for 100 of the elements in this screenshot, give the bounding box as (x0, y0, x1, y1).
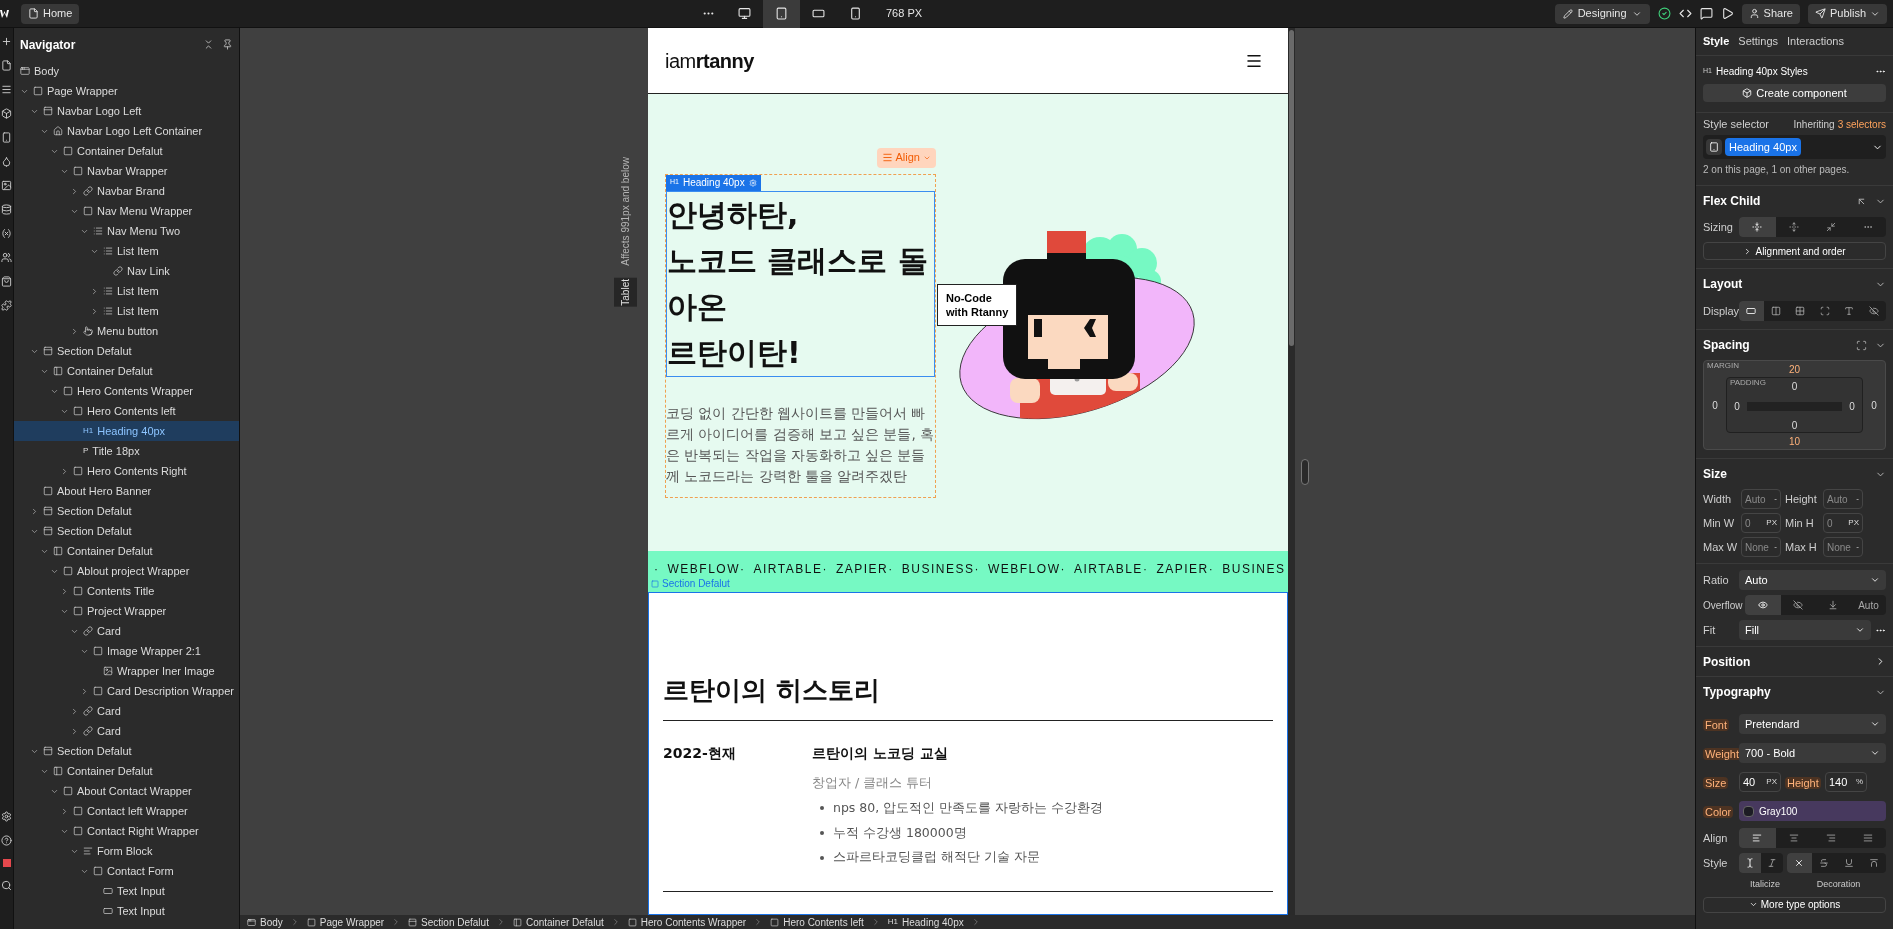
padding-value[interactable]: 0 (1849, 398, 1855, 414)
create-component-button[interactable]: Create component (1703, 84, 1886, 102)
tree-item[interactable]: Hero Contents Right (14, 461, 239, 481)
tree-item[interactable]: Navbar Brand (14, 181, 239, 201)
size-field[interactable]: Auto - (1741, 489, 1781, 509)
line-height-field[interactable]: 140 % (1825, 772, 1867, 792)
drop-icon[interactable] (1, 156, 12, 167)
tree-item[interactable]: Card (14, 721, 239, 741)
breadcrumb-item[interactable]: Section Defalut (401, 914, 496, 929)
caret-right-icon[interactable] (70, 726, 79, 736)
size-field[interactable]: 0 PX (1823, 513, 1863, 533)
bag-icon[interactable] (1, 276, 12, 287)
variable-icon[interactable] (1, 228, 12, 239)
tree-item[interactable]: Contents Title (14, 581, 239, 601)
tree-item[interactable]: Section Defalut (14, 501, 239, 521)
size-field[interactable]: None - (1823, 537, 1863, 557)
image-icon[interactable] (1, 180, 12, 191)
tree-item[interactable]: About Contact Wrapper (14, 781, 239, 801)
tree-item[interactable]: Navbar Wrapper (14, 161, 239, 181)
tree-item[interactable]: List Item (14, 241, 239, 261)
database-icon[interactable] (1, 204, 12, 215)
tree-item[interactable]: Hero Contents left (14, 401, 239, 421)
resize-handle[interactable] (1301, 458, 1309, 485)
tree-item[interactable]: Nav Link (14, 261, 239, 281)
puzzle-icon[interactable] (1, 300, 12, 311)
caret-right-icon[interactable] (80, 686, 89, 696)
cube-icon[interactable] (1, 108, 12, 119)
tree-item[interactable]: Nav Menu Two (14, 221, 239, 241)
tree-item[interactable]: Hero Contents Wrapper (14, 381, 239, 401)
pin-icon[interactable] (222, 39, 233, 50)
publish-button[interactable]: Publish (1807, 3, 1887, 24)
tree-item[interactable]: List Item (14, 301, 239, 321)
panel-tab[interactable]: Interactions (1787, 33, 1844, 50)
tree-item[interactable]: Container Defalut (14, 541, 239, 561)
breakpoint-button[interactable] (763, 0, 800, 28)
tree-item[interactable]: Text Input (14, 901, 239, 921)
caret-right-icon[interactable] (70, 326, 79, 336)
selector-chip[interactable]: Heading 40px (1725, 137, 1801, 157)
tree-item[interactable]: Contact Right Wrapper (14, 821, 239, 841)
breakpoint-tab[interactable]: Tablet (614, 277, 637, 307)
frame-icon[interactable] (1856, 339, 1867, 351)
tree-item[interactable]: List Item (14, 281, 239, 301)
phone-icon[interactable] (1, 132, 12, 143)
size-field[interactable]: 40 PX (1739, 772, 1781, 792)
panel-tab[interactable]: Style (1703, 33, 1730, 50)
breadcrumb-item[interactable]: Hero Contents Wrapper (620, 914, 754, 929)
size-field[interactable]: None - (1741, 537, 1781, 557)
panel-tab[interactable]: Settings (1738, 33, 1779, 50)
breadcrumb-item[interactable]: Page Wrapper (299, 914, 392, 929)
tree-item[interactable]: Container Defalut (14, 361, 239, 381)
tree-item[interactable]: H1 Heading 40px (14, 421, 239, 441)
tree-item[interactable]: Card (14, 621, 239, 641)
tree-item[interactable]: Wrapper Iner Image (14, 661, 239, 681)
site-logo[interactable]: iamrtanny (665, 45, 754, 76)
check-icon[interactable] (1657, 7, 1671, 20)
tree-item[interactable]: Section Defalut (14, 521, 239, 541)
caret-right-icon[interactable] (30, 506, 39, 516)
toggle-button[interactable] (1739, 853, 1761, 873)
caret-right-icon[interactable] (60, 586, 69, 596)
padding-value[interactable]: 0 (1734, 398, 1740, 414)
color-field[interactable]: Gray100 (1739, 801, 1886, 821)
tree-item[interactable]: Navbar Logo Left (14, 101, 239, 121)
tree-item[interactable]: Page Wrapper (14, 81, 239, 101)
tree-item[interactable]: Contact left Wrapper (14, 801, 239, 821)
tree-item[interactable]: Container Defalut (14, 761, 239, 781)
warning-square-icon[interactable] (2, 859, 11, 867)
tree-item[interactable]: Contact Form (14, 861, 239, 881)
margin-value[interactable]: 0 (1712, 397, 1718, 413)
tree-item[interactable]: About Hero Banner (14, 481, 239, 501)
tree-item[interactable]: Container Defalut (14, 141, 239, 161)
padding-value[interactable]: 0 (1791, 417, 1798, 433)
breadcrumb-item[interactable]: Container Defalut (505, 914, 611, 929)
tree-item[interactable]: Section Defalut (14, 741, 239, 761)
scrollbar-thumb[interactable] (1289, 30, 1294, 346)
alignment-button[interactable]: Alignment and order (1703, 242, 1886, 260)
selectors-link[interactable]: 3 selectors (1837, 116, 1886, 132)
fit-select[interactable]: Fill (1739, 620, 1871, 640)
margin-value[interactable]: 0 (1871, 397, 1877, 413)
mode-dropdown[interactable]: Designing (1554, 3, 1650, 24)
padding-value[interactable]: 0 (1791, 379, 1798, 394)
size-field[interactable]: Auto - (1823, 489, 1863, 509)
comment-icon[interactable] (1699, 7, 1713, 20)
users-icon[interactable] (1, 252, 12, 263)
more-options-button[interactable]: More type options (1703, 896, 1886, 913)
home-button[interactable]: Home (21, 3, 80, 24)
help-icon[interactable] (1, 835, 12, 846)
tree-item[interactable]: Card (14, 701, 239, 721)
tree-item[interactable]: Text Input (14, 881, 239, 901)
toggle-button[interactable] (1739, 301, 1764, 321)
plus-icon[interactable] (1, 36, 12, 47)
tree-item[interactable]: Navbar Logo Left Container (14, 121, 239, 141)
ratio-select[interactable]: Auto (1739, 570, 1886, 590)
settings-icon[interactable] (1, 811, 12, 822)
selector-field[interactable]: Heading 40px (1703, 135, 1886, 159)
page-icon[interactable] (1, 60, 12, 71)
caret-right-icon[interactable] (90, 306, 99, 316)
weight-select[interactable]: 700 - Bold (1739, 743, 1886, 763)
margin-value[interactable]: 10 (1788, 433, 1801, 449)
tree-item[interactable]: Ablout project Wrapper (14, 561, 239, 581)
collapse-icon[interactable] (203, 39, 214, 50)
